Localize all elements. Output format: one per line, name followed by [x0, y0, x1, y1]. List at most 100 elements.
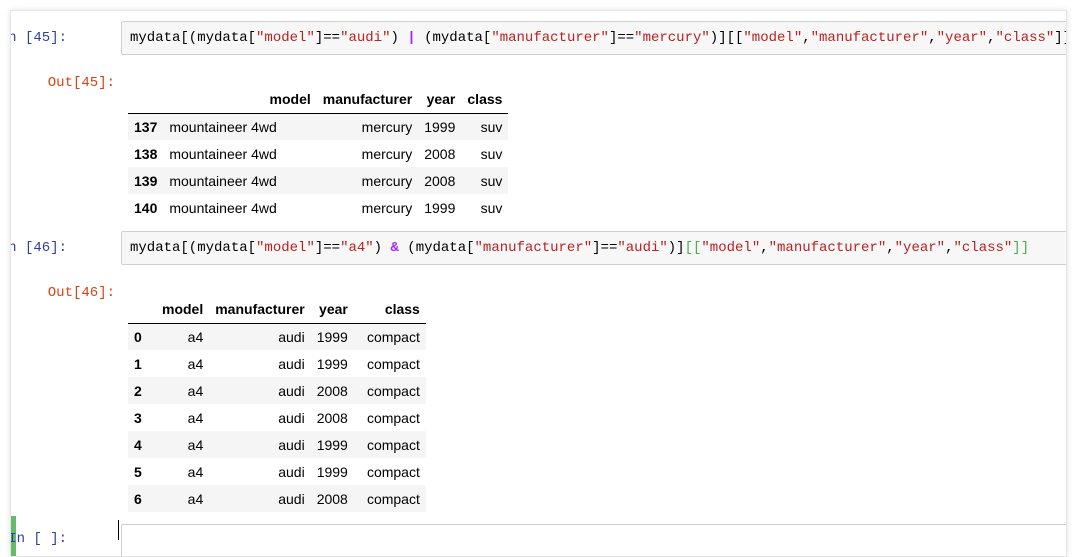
input-prompt: In [46]: [11, 240, 67, 256]
code-string: "model" [701, 240, 761, 256]
cell-manufacturer: mercury [361, 118, 413, 135]
cell-model: a4 [187, 490, 204, 507]
code-cell-45[interactable]: In [45]: mydata[(mydata["model"]=="audi"… [11, 21, 1066, 226]
notebook-page: In [45]: mydata[(mydata["model"]=="audi"… [10, 10, 1067, 557]
cell-class: compact [366, 382, 420, 399]
code-string: "year" [894, 240, 946, 256]
code-cell-empty[interactable]: In [ ]: [10, 516, 1066, 556]
cell-model: mountaineer 4wd [169, 199, 277, 216]
cell-model: a4 [187, 355, 204, 372]
cell-model: a4 [187, 436, 204, 453]
cell-model: mountaineer 4wd [169, 118, 277, 135]
row-index: 2 [134, 382, 142, 399]
code-token: (mydata[ [415, 30, 492, 46]
column-header-class: class [353, 296, 426, 324]
cell-year: 1999 [316, 463, 348, 480]
code-input[interactable]: mydata[(mydata["model"]=="a4") & (mydata… [121, 231, 1066, 265]
code-string: "year" [936, 30, 988, 46]
input-prompt: In [ ]: [10, 531, 67, 547]
cell-class: suv [480, 118, 503, 135]
index-header [128, 86, 164, 114]
cell-year: 1999 [316, 355, 348, 372]
cell-year: 2008 [316, 409, 348, 426]
code-input[interactable]: mydata[(mydata["model"]=="audi") | (myda… [121, 21, 1066, 55]
table-row: 5 a4 audi 1999 compact [128, 458, 426, 485]
cell-year: 1999 [424, 118, 456, 135]
cell-manufacturer: audi [278, 328, 305, 345]
code-token: , [760, 240, 769, 256]
code-string: "audi" [340, 30, 391, 46]
column-header-class: class [461, 86, 509, 114]
code-token: ) [390, 30, 408, 46]
row-index: 137 [134, 118, 158, 135]
row-index: 6 [134, 490, 142, 507]
cell-year: 1999 [316, 436, 348, 453]
row-index: 4 [134, 436, 142, 453]
table-row: 3 a4 audi 2008 compact [128, 404, 426, 431]
code-operator: & [390, 240, 399, 256]
cell-manufacturer: mercury [361, 172, 413, 189]
cell-model: a4 [187, 409, 204, 426]
code-string: "manufacturer" [491, 30, 609, 46]
table-row: 2 a4 audi 2008 compact [128, 377, 426, 404]
code-string: "model" [256, 30, 315, 46]
row-index: 139 [134, 172, 158, 189]
code-token: (mydata[ [398, 240, 475, 256]
cell-class: suv [480, 199, 503, 216]
code-string: "class" [995, 30, 1055, 46]
code-input[interactable] [121, 524, 1066, 556]
column-header-model: model [156, 296, 210, 324]
code-string: "audi" [617, 240, 668, 256]
code-token: mydata[(mydata[ [130, 240, 257, 256]
column-header-year: year [310, 296, 354, 324]
code-token: , [802, 30, 811, 46]
cell-manufacturer: audi [278, 490, 305, 507]
cell-class: compact [366, 463, 420, 480]
table-row: 140 mountaineer 4wd mercury 1999 suv [128, 194, 508, 221]
output-prompt: Out[45]: [47, 75, 115, 91]
code-bracket-match: [[ [684, 240, 702, 256]
cell-manufacturer: audi [278, 382, 305, 399]
cell-year: 1999 [316, 328, 348, 345]
cell-model: a4 [187, 463, 204, 480]
code-bracket-match: ]] [1012, 240, 1030, 256]
cell-model: a4 [187, 382, 204, 399]
code-string: "mercury" [634, 30, 710, 46]
table-row: 6 a4 audi 2008 compact [128, 485, 426, 512]
column-header-model: model [163, 86, 317, 114]
code-token: , [928, 30, 937, 46]
code-cell-46[interactable]: In [46]: mydata[(mydata["model"]=="a4") … [11, 231, 1066, 512]
code-token: ) [373, 240, 391, 256]
row-index: 138 [134, 145, 158, 162]
input-prompt: In [45]: [11, 30, 67, 46]
code-token: ]== [592, 240, 618, 256]
cell-manufacturer: audi [278, 409, 305, 426]
table-header-row: model manufacturer year class [128, 296, 426, 324]
cell-manufacturer: mercury [361, 199, 413, 216]
output-prompt: Out[46]: [47, 285, 115, 301]
cell-year: 1999 [424, 199, 456, 216]
code-string: "manufacturer" [474, 240, 593, 256]
table-row: 139 mountaineer 4wd mercury 2008 suv [128, 167, 509, 194]
code-operator: | [407, 30, 416, 46]
code-token: ]== [314, 240, 341, 256]
code-string: "manufacturer" [768, 240, 887, 256]
code-string: "manufacturer" [810, 30, 929, 46]
table-row: 0 a4 audi 1999 compact [128, 323, 426, 350]
cell-manufacturer: mercury [361, 145, 413, 162]
code-token: ]== [314, 30, 341, 46]
code-string: "model" [256, 240, 315, 256]
table-row: 4 a4 audi 1999 compact [128, 431, 426, 458]
table-row: 138 mountaineer 4wd mercury 2008 suv [128, 140, 508, 167]
code-token: ]] [1054, 30, 1066, 46]
cell-class: suv [480, 145, 503, 162]
row-index: 1 [134, 355, 142, 372]
cell-model: mountaineer 4wd [169, 145, 277, 162]
code-token: )][[ [709, 30, 744, 46]
row-index: 140 [134, 199, 158, 216]
cell-class: compact [366, 490, 420, 507]
cell-class: compact [366, 436, 420, 453]
cell-class: suv [480, 172, 503, 189]
cell-year: 2008 [316, 382, 348, 399]
cell-class: compact [366, 355, 420, 372]
